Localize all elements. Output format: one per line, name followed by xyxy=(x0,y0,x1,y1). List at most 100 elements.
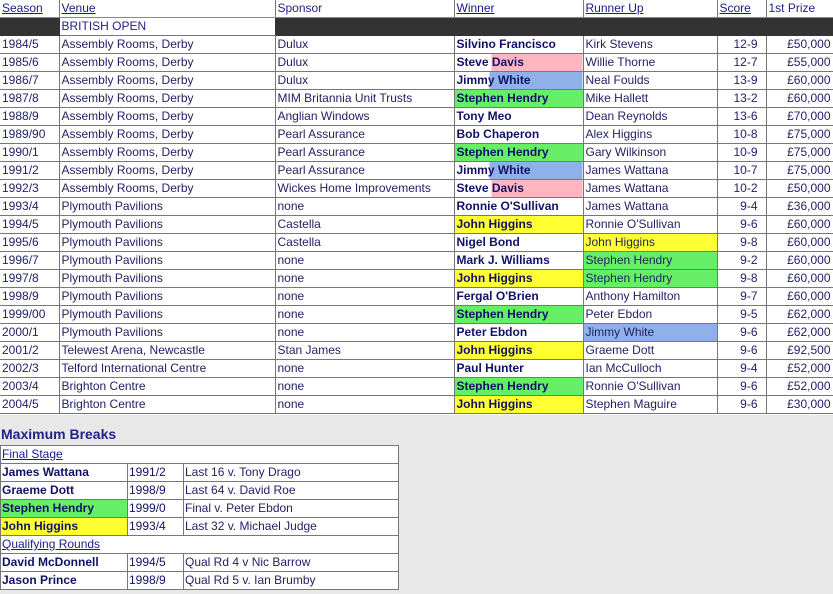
score-cell: 10-8 xyxy=(717,125,767,144)
season-cell: 1998/9 xyxy=(0,287,60,306)
header-venue[interactable]: Venue xyxy=(59,0,276,18)
score-cell: 9-2 xyxy=(717,251,767,270)
season-cell: 1994/5 xyxy=(0,215,60,234)
runner-up-cell: Anthony Hamilton xyxy=(583,287,718,306)
runner-up-cell: Stephen Hendry xyxy=(583,269,718,288)
break-detail: Qual Rd 4 v Nic Barrow xyxy=(182,553,400,572)
winner-cell: John Higgins xyxy=(454,395,584,414)
max-breaks-table: Final Stage James Wattana 1991/2 Last 16 v… xyxy=(0,445,400,590)
break-player: Jason Prince xyxy=(0,571,128,590)
break-detail: Final v. Peter Ebdon xyxy=(182,499,400,518)
table-row: 2004/5 Brighton Centre none John Higgins Ste… xyxy=(0,395,833,414)
title-row: BRITISH OPEN xyxy=(0,17,833,36)
runner-up-cell: Graeme Dott xyxy=(583,341,718,360)
list-item: Stephen Hendry 1999/0 Final v. Peter Ebdon xyxy=(0,499,400,518)
prize-cell: £75,000 xyxy=(766,143,833,162)
sponsor-cell: Pearl Assurance xyxy=(275,143,455,162)
header-winner[interactable]: Winner xyxy=(454,0,584,18)
header-season[interactable]: Season xyxy=(0,0,60,18)
break-detail: Last 32 v. Michael Judge xyxy=(182,517,400,536)
season-cell: 1988/9 xyxy=(0,107,60,126)
season-cell: 2001/2 xyxy=(0,341,60,360)
venue-cell: Plymouth Pavilions xyxy=(59,215,276,234)
runner-up-cell: Willie Thorne xyxy=(583,53,718,72)
header-runner-up[interactable]: Runner Up xyxy=(583,0,718,18)
winner-cell: Stephen Hendry xyxy=(454,305,584,324)
season-cell: 1999/00 xyxy=(0,305,60,324)
venue-cell: Plymouth Pavilions xyxy=(59,287,276,306)
runner-up-cell: Mike Hallett xyxy=(583,89,718,108)
break-season: 1998/9 xyxy=(127,481,184,500)
results-body: 1984/5 Assembly Rooms, Derby Dulux Silvino … xyxy=(0,35,833,414)
break-detail: Last 64 v. David Roe xyxy=(182,481,400,500)
season-cell: 2000/1 xyxy=(0,323,60,342)
table-row: 1988/9 Assembly Rooms, Derby Anglian Windo… xyxy=(0,107,833,126)
season-cell: 1989/90 xyxy=(0,125,60,144)
season-cell: 2003/4 xyxy=(0,377,60,396)
break-season: 1994/5 xyxy=(127,553,184,572)
table-row: 1994/5 Plymouth Pavilions Castella John Hig… xyxy=(0,215,833,234)
winner-cell: Stephen Hendry xyxy=(454,143,584,162)
runner-up-cell: Ian McCulloch xyxy=(583,359,718,378)
winner-cell: Nigel Bond xyxy=(454,233,584,252)
prize-cell: £30,000 xyxy=(766,395,833,414)
prize-cell: £60,000 xyxy=(766,233,833,252)
break-detail: Last 16 v. Tony Drago xyxy=(182,463,400,482)
season-cell: 1995/6 xyxy=(0,233,60,252)
final-stage-row: Final Stage xyxy=(0,445,399,464)
final-stage-link[interactable]: Final Stage xyxy=(0,445,399,464)
venue-cell: Plymouth Pavilions xyxy=(59,323,276,342)
prize-cell: £70,000 xyxy=(766,107,833,126)
table-row: 1989/90 Assembly Rooms, Derby Pearl Assura… xyxy=(0,125,833,144)
score-cell: 10-2 xyxy=(717,179,767,198)
runner-up-cell: Gary Wilkinson xyxy=(583,143,718,162)
prize-cell: £60,000 xyxy=(766,89,833,108)
sponsor-cell: Wickes Home Improvements xyxy=(275,179,455,198)
score-cell: 9-5 xyxy=(717,305,767,324)
winner-cell: Ronnie O'Sullivan xyxy=(454,197,584,216)
sponsor-cell: Dulux xyxy=(275,53,455,72)
venue-cell: Plymouth Pavilions xyxy=(59,305,276,324)
venue-cell: Assembly Rooms, Derby xyxy=(59,125,276,144)
venue-cell: Brighton Centre xyxy=(59,395,276,414)
season-cell: 1996/7 xyxy=(0,251,60,270)
break-detail: Qual Rd 5 v. Ian Brumby xyxy=(182,571,400,590)
separator-cell xyxy=(0,17,60,36)
runner-up-cell: Dean Reynolds xyxy=(583,107,718,126)
prize-cell: £36,000 xyxy=(766,197,833,216)
table-row: 1984/5 Assembly Rooms, Derby Dulux Silvino … xyxy=(0,35,833,54)
score-cell: 9-4 xyxy=(717,359,767,378)
break-season: 1991/2 xyxy=(127,463,184,482)
results-panel: Season Venue Sponsor Winner Runner Up Sc… xyxy=(0,0,833,415)
break-season: 1998/9 xyxy=(127,571,184,590)
prize-cell: £60,000 xyxy=(766,71,833,90)
runner-up-cell: Kirk Stevens xyxy=(583,35,718,54)
runner-up-cell: Stephen Hendry xyxy=(583,251,718,270)
score-cell: 12-7 xyxy=(717,53,767,72)
list-item: John Higgins 1993/4 Last 32 v. Michael Jud… xyxy=(0,517,400,536)
score-cell: 9-6 xyxy=(717,215,767,234)
score-cell: 9-6 xyxy=(717,323,767,342)
header-row: Season Venue Sponsor Winner Runner Up Sc… xyxy=(0,0,833,18)
sponsor-cell: none xyxy=(275,395,455,414)
runner-up-cell: James Wattana xyxy=(583,197,718,216)
venue-cell: Brighton Centre xyxy=(59,377,276,396)
qualifying-rounds-link[interactable]: Qualifying Rounds xyxy=(0,535,399,554)
runner-up-cell: Stephen Maguire xyxy=(583,395,718,414)
score-cell: 9-7 xyxy=(717,287,767,306)
winner-cell: Steve Davis xyxy=(454,179,584,198)
header-score[interactable]: Score xyxy=(717,0,767,18)
sponsor-cell: none xyxy=(275,197,455,216)
sponsor-cell: Stan James xyxy=(275,341,455,360)
venue-cell: Assembly Rooms, Derby xyxy=(59,35,276,54)
winner-cell: Steve Davis xyxy=(454,53,584,72)
final-stage-body: James Wattana 1991/2 Last 16 v. Tony Drago… xyxy=(0,463,400,536)
prize-cell: £75,000 xyxy=(766,125,833,144)
runner-up-cell: James Wattana xyxy=(583,179,718,198)
season-cell: 1997/8 xyxy=(0,269,60,288)
sponsor-cell: Pearl Assurance xyxy=(275,125,455,144)
venue-cell: Assembly Rooms, Derby xyxy=(59,71,276,90)
table-row: 1997/8 Plymouth Pavilions none John Higgins… xyxy=(0,269,833,288)
winner-cell: Peter Ebdon xyxy=(454,323,584,342)
qualifying-body: David McDonnell 1994/5 Qual Rd 4 v Nic Bar… xyxy=(0,553,400,590)
